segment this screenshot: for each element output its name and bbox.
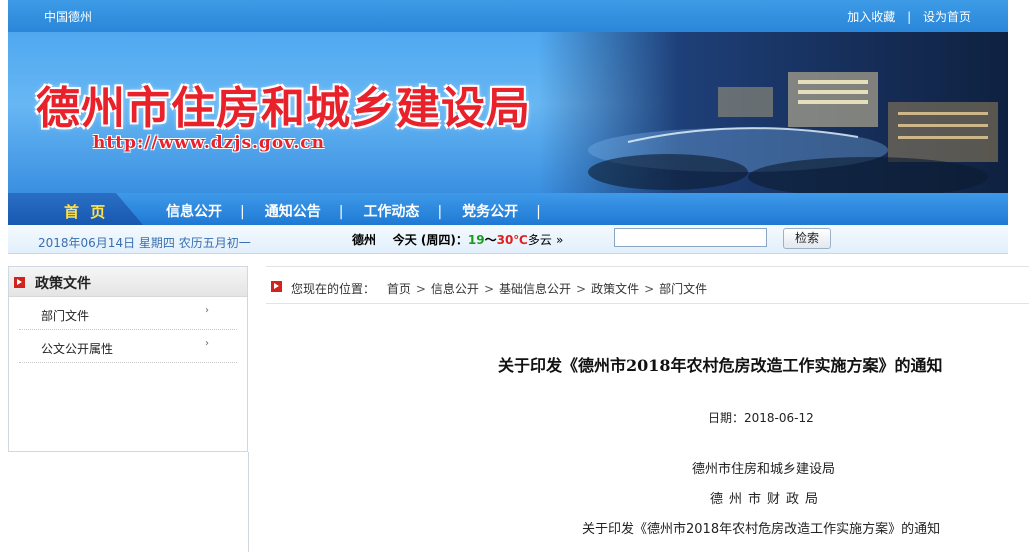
arrow-marker-icon (271, 281, 282, 292)
set-homepage-link[interactable]: 设为首页 (923, 10, 971, 24)
sidebar-item-label: 公文公开属性 (41, 342, 114, 356)
weather-today: 今天 (周四)： (392, 233, 468, 247)
breadcrumb-separator: > (644, 282, 655, 296)
top-separator: | (907, 10, 912, 24)
breadcrumb-basic-info[interactable]: 基础信息公开 (499, 282, 571, 296)
article-issuer-2: 德州市财政局 (710, 492, 825, 507)
site-title: 德州市住房和城乡建设局 (36, 83, 531, 134)
arrow-marker-icon (14, 277, 25, 288)
article-title: 关于印发《德州市2018年农村危房改造工作实施方案》的通知 (498, 356, 943, 375)
breadcrumb-info-disclosure[interactable]: 信息公开 (431, 282, 479, 296)
city-skyline-graphic (588, 72, 998, 193)
breadcrumb-separator: > (483, 282, 494, 296)
current-date: 2018年06月14日 星期四 农历五月初一 (38, 236, 251, 250)
weather-city: 德州 (352, 233, 377, 247)
breadcrumb: 您现在的位置： 首页 > 信息公开 > 基础信息公开 > 政策文件 > 部门文件 (266, 266, 1029, 304)
article-issuer-1: 德州市住房和城乡建设局 (692, 462, 836, 477)
nav-item-party-affairs[interactable]: 党务公开 (462, 201, 518, 221)
nav-items: 信息公开 | 通知公告 | 工作动态 | 党务公开 | (166, 201, 561, 221)
info-bar: 2018年06月14日 星期四 农历五月初一 德州 今天 (周四)：19～30℃… (8, 225, 1008, 254)
chevron-right-icon: › (205, 305, 209, 316)
chevron-right-icon: › (205, 338, 209, 349)
weather-temp-high: 30℃ (496, 233, 528, 247)
sidebar-item-public-attributes[interactable]: 公文公开属性 › (19, 330, 237, 363)
breadcrumb-department-docs[interactable]: 部门文件 (659, 282, 707, 296)
nav-separator: | (437, 204, 443, 220)
top-bar: 中国德州 加入收藏 | 设为首页 (8, 0, 1008, 32)
sidebar: 政策文件 部门文件 › 公文公开属性 › (8, 266, 248, 452)
article-body-line: 关于印发《德州市2018年农村危房改造工作实施方案》的通知 (582, 522, 941, 537)
top-links: 加入收藏 | 设为首页 (847, 8, 971, 25)
add-favorite-link[interactable]: 加入收藏 (847, 10, 895, 24)
breadcrumb-prefix: 您现在的位置： (291, 282, 376, 296)
search-input[interactable] (614, 228, 767, 247)
article-date: 日期：2018-06-12 (708, 411, 814, 425)
nav-separator: | (536, 204, 541, 220)
site-name-link[interactable]: 中国德州 (44, 8, 92, 25)
nav-separator: | (338, 204, 344, 220)
header-banner: 德州市住房和城乡建设局 http://www.dzjs.gov.cn (8, 32, 1008, 193)
nav-item-info-disclosure[interactable]: 信息公开 (166, 201, 222, 221)
nav-separator: | (240, 204, 245, 220)
weather-condition: 多云 (527, 233, 552, 247)
weather-temp-low: 19 (467, 233, 485, 247)
breadcrumb-separator: > (576, 282, 587, 296)
sidebar-title: 政策文件 (35, 276, 91, 292)
breadcrumb-policy-docs[interactable]: 政策文件 (591, 282, 639, 296)
nav-item-notices[interactable]: 通知公告 (265, 201, 321, 221)
nav-home[interactable]: 首 页 (8, 193, 143, 225)
breadcrumb-home[interactable]: 首页 (387, 282, 411, 296)
sidebar-item-label: 部门文件 (41, 309, 90, 323)
nav-item-work-news[interactable]: 工作动态 (363, 201, 419, 221)
weather-widget: 德州 今天 (周四)：19～30℃多云 » (352, 231, 563, 248)
main-nav: 首 页 信息公开 | 通知公告 | 工作动态 | 党务公开 | (8, 193, 1008, 225)
breadcrumb-separator: > (415, 282, 426, 296)
weather-more-icon[interactable]: » (556, 233, 563, 247)
sidebar-header: 政策文件 (9, 267, 247, 297)
weather-range-sep: ～ (484, 233, 497, 247)
site-url: http://www.dzjs.gov.cn (93, 133, 325, 153)
search-button[interactable]: 检索 (783, 228, 831, 249)
sidebar-item-department-docs[interactable]: 部门文件 › (19, 297, 237, 330)
main-content: 您现在的位置： 首页 > 信息公开 > 基础信息公开 > 政策文件 > 部门文件 关于印发《德州… (248, 266, 1029, 552)
